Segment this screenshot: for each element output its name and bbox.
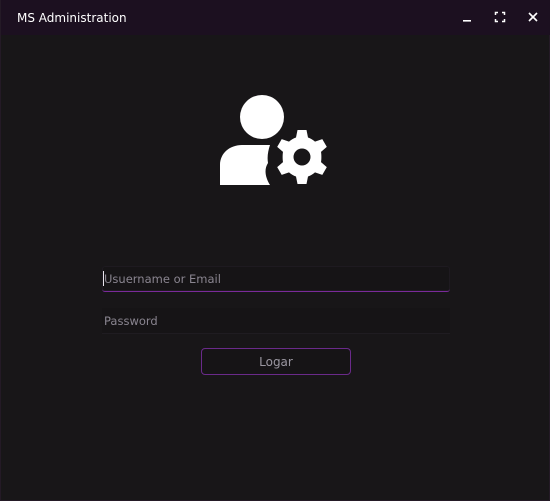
app-window: MS Administration Logar: [0, 0, 550, 501]
title-bar[interactable]: MS Administration: [1, 0, 550, 35]
minimize-icon: [463, 20, 471, 22]
minimize-button[interactable]: [455, 5, 479, 29]
close-icon: [528, 12, 538, 22]
username-input[interactable]: [102, 266, 450, 292]
window-title: MS Administration: [17, 11, 127, 25]
close-button[interactable]: [521, 5, 545, 29]
user-gear-icon: [220, 95, 327, 185]
text-caret: [103, 271, 104, 286]
password-input[interactable]: [102, 308, 450, 334]
maximize-icon: [494, 11, 506, 23]
login-button[interactable]: Logar: [201, 348, 351, 375]
maximize-button[interactable]: [488, 5, 512, 29]
